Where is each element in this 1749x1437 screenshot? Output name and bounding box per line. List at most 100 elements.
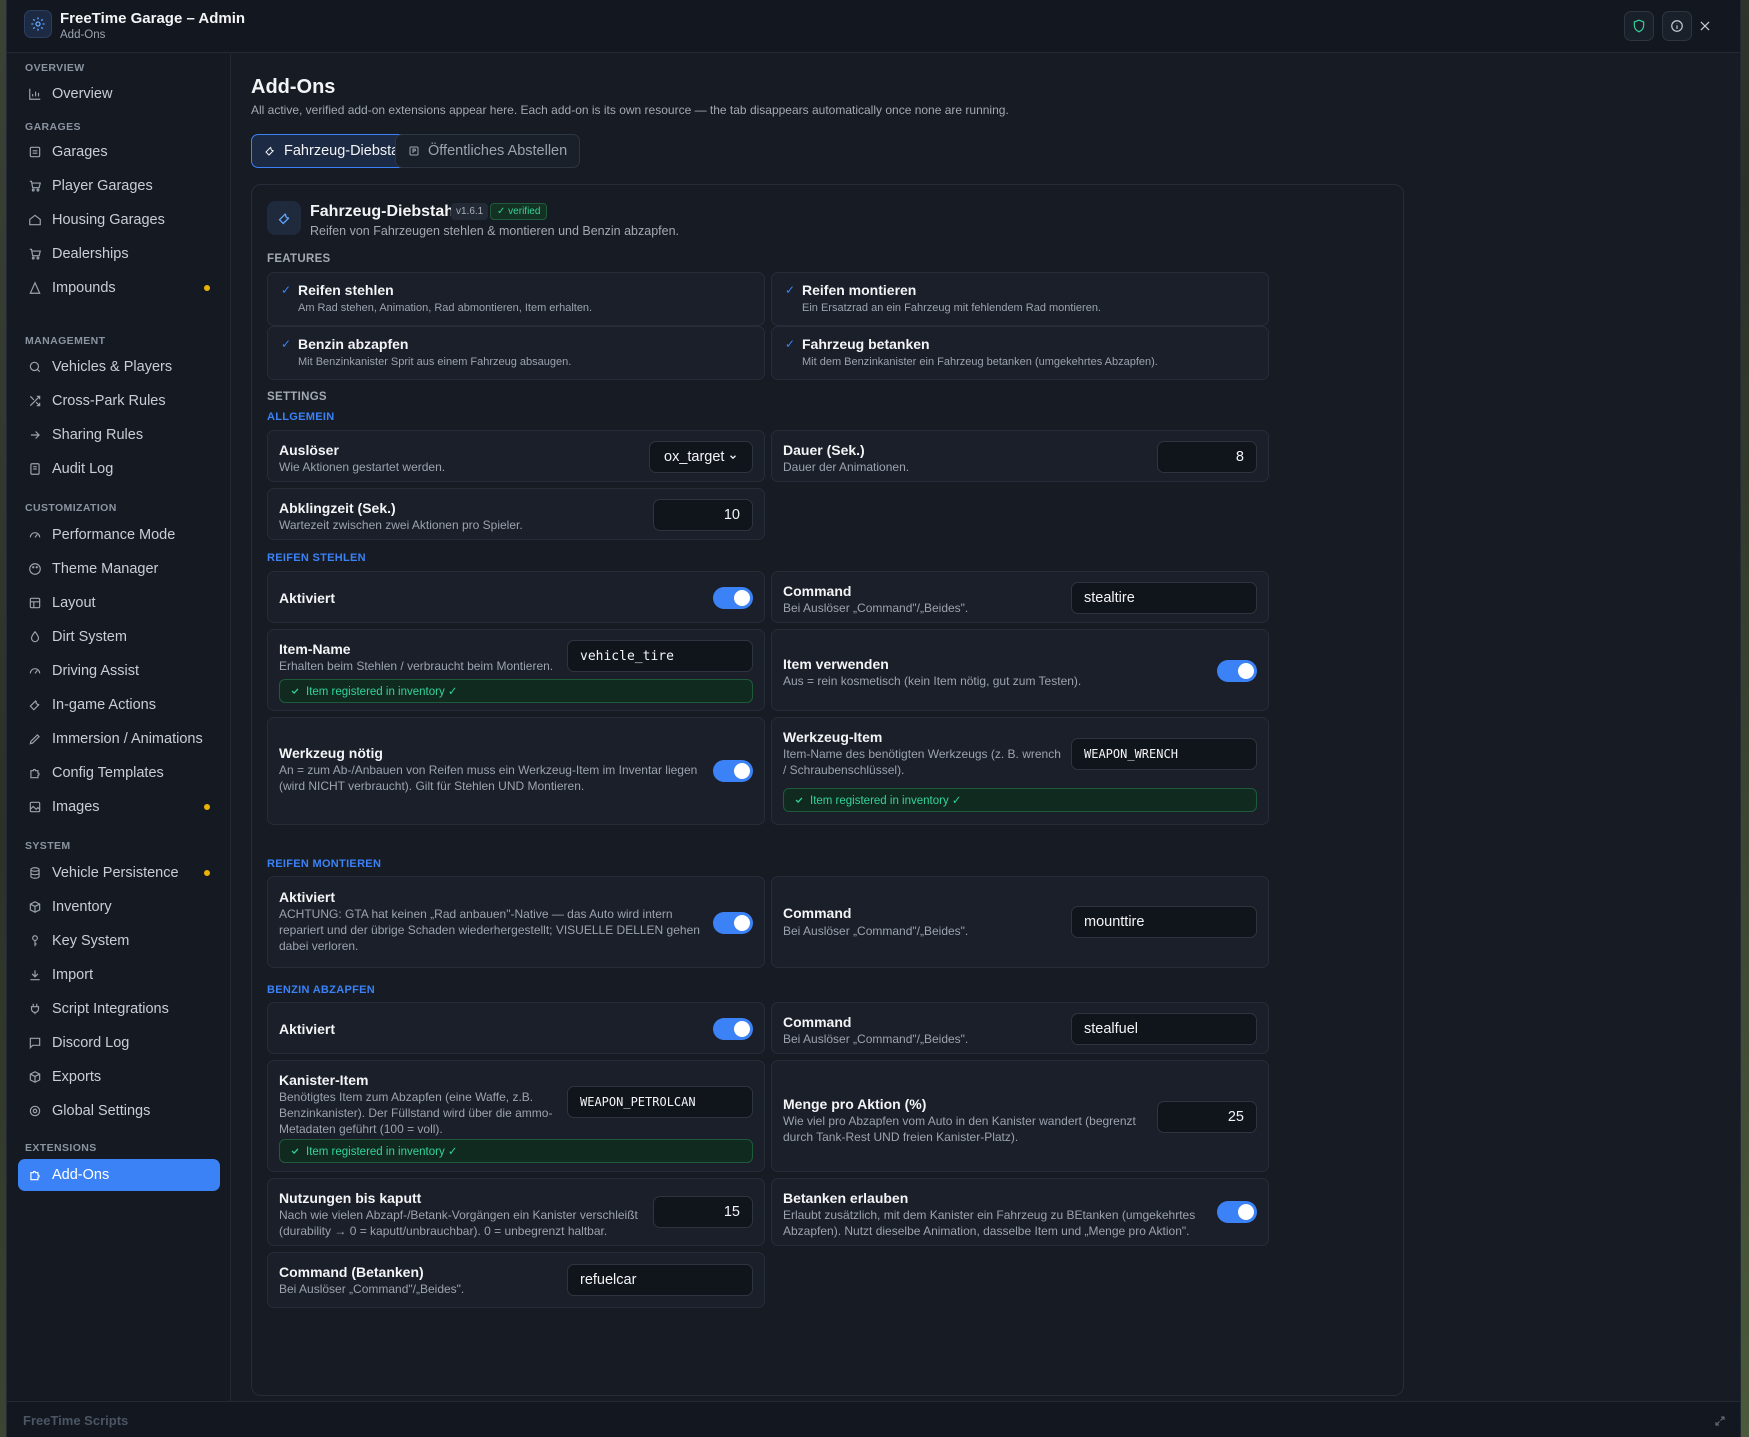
setting-mount-command: Command Bei Auslöser „Command"/„Beides".… (771, 876, 1269, 968)
registered-badge: Item registered in inventory ✓ (783, 788, 1257, 812)
setting-steal-enabled: Aktiviert (267, 571, 765, 623)
sidebar-item-global-settings[interactable]: Global Settings (18, 1095, 220, 1127)
sidebar-item-inventory[interactable]: Inventory (18, 891, 220, 923)
sidebar-item-import[interactable]: Import (18, 959, 220, 991)
layout-icon (29, 597, 41, 609)
sidebar-item-discord[interactable]: Discord Log (18, 1027, 220, 1059)
sidebar-item-impounds[interactable]: Impounds (18, 272, 220, 304)
info-icon (1671, 20, 1683, 32)
close-button[interactable] (1690, 11, 1720, 41)
refuel-command-input[interactable]: refuelcar (567, 1264, 753, 1296)
tool-needed-toggle[interactable] (713, 760, 753, 782)
refuel-toggle[interactable] (1217, 1201, 1257, 1223)
setting-amount: Menge pro Aktion (%) Wie viel pro Abzapf… (771, 1060, 1269, 1172)
duration-input[interactable]: 8 (1157, 441, 1257, 473)
title-bar: FreeTime Garage – Admin Add-Ons (7, 0, 1740, 53)
group-label-mount: REIFEN MONTIEREN (267, 858, 382, 870)
group-label-steal: REIFEN STEHLEN (267, 552, 366, 564)
setting-steal-command: Command Bei Auslöser „Command"/„Beides".… (771, 571, 1269, 623)
setting-duration: Dauer (Sek.) Dauer der Animationen. 8 (771, 430, 1269, 482)
fuel-enabled-toggle[interactable] (713, 1018, 753, 1040)
trigger-select[interactable]: ox_target (649, 441, 753, 473)
sidebar-item-cross-park[interactable]: Cross-Park Rules (18, 385, 220, 417)
sidebar-item-addons[interactable]: Add-Ons (18, 1159, 220, 1191)
setting-can-item: Kanister-Item Benötigtes Item zum Abzapf… (267, 1060, 765, 1172)
uses-input[interactable]: 15 (653, 1196, 753, 1228)
shuffle-icon (29, 395, 41, 407)
sidebar-item-layout[interactable]: Layout (18, 587, 220, 619)
sidebar-item-script-integrations[interactable]: Script Integrations (18, 993, 220, 1025)
setting-mount-enabled: Aktiviert ACHTUNG: GTA hat keinen „Rad a… (267, 876, 765, 968)
sidebar-item-sharing[interactable]: Sharing Rules (18, 419, 220, 451)
setting-fuel-enabled: Aktiviert (267, 1002, 765, 1054)
section-extensions: EXTENSIONS (25, 1142, 97, 1154)
sidebar-item-keys[interactable]: Key System (18, 925, 220, 957)
sidebar-item-overview[interactable]: Overview (18, 78, 220, 110)
sidebar-item-vehicles-players[interactable]: Vehicles & Players (18, 351, 220, 383)
sidebar-item-audit[interactable]: Audit Log (18, 453, 220, 485)
status-dot (204, 285, 210, 291)
resize-icon[interactable] (1714, 1414, 1726, 1432)
sidebar-item-immersion[interactable]: Immersion / Animations (18, 723, 220, 755)
sidebar-item-persistence[interactable]: Vehicle Persistence (18, 857, 220, 889)
setting-steal-item: Item-Name Erhalten beim Stehlen / verbra… (267, 629, 765, 711)
steal-enabled-toggle[interactable] (713, 587, 753, 609)
can-item-input[interactable]: WEAPON_PETROLCAN (567, 1086, 753, 1118)
download-icon (30, 970, 40, 981)
registered-badge: Item registered in inventory ✓ (279, 679, 753, 703)
group-label-fuel: BENZIN ABZAPFEN (267, 984, 375, 996)
setting-use-item: Item verwenden Aus = rein kosmetisch (ke… (771, 629, 1269, 711)
sidebar-item-theme[interactable]: Theme Manager (18, 553, 220, 585)
setting-refuel-command: Command (Betanken) Bei Auslöser „Command… (267, 1252, 765, 1308)
features-label: FEATURES (267, 253, 331, 265)
scroll-icon (30, 463, 40, 475)
tab-oeffentliches-abstellen[interactable]: Öffentliches Abstellen (395, 134, 581, 168)
feature-card: ✓ Fahrzeug betanken Mit dem Benzinkanister… (771, 326, 1269, 380)
plug-icon (30, 1003, 40, 1015)
sidebar-item-exports[interactable]: Exports (18, 1061, 220, 1093)
close-icon (1700, 21, 1710, 31)
tool-item-input[interactable]: WEAPON_WRENCH (1071, 738, 1257, 770)
shield-button[interactable] (1624, 11, 1654, 41)
mount-enabled-toggle[interactable] (713, 912, 753, 934)
sidebar-item-config-templates[interactable]: Config Templates (18, 757, 220, 789)
steal-item-input[interactable]: vehicle_tire (567, 640, 753, 672)
sidebar-item-dealerships[interactable]: Dealerships (18, 238, 220, 270)
check-icon (291, 1148, 299, 1154)
section-management: MANAGEMENT (25, 335, 106, 347)
palette-icon (29, 563, 41, 575)
feature-card: ✓ Reifen montieren Ein Ersatzrad an ein Fa… (771, 272, 1269, 326)
section-customization: CUSTOMIZATION (25, 502, 117, 514)
setting-uses: Nutzungen bis kaputt Nach wie vielen Abz… (267, 1178, 765, 1246)
section-garages: GARAGES (25, 121, 81, 133)
info-button[interactable] (1662, 11, 1692, 41)
sidebar-item-garages[interactable]: Garages (18, 136, 220, 168)
cooldown-input[interactable]: 10 (653, 499, 753, 531)
admin-window: FreeTime Garage – Admin Add-Ons OVERVIEW… (6, 0, 1741, 1437)
setting-tool-item: Werkzeug-Item Item-Name des benötigten W… (771, 717, 1269, 825)
use-item-toggle[interactable] (1217, 660, 1257, 682)
chevron-down-icon (730, 455, 736, 460)
wrench-icon (265, 146, 274, 156)
sidebar-item-driving[interactable]: Driving Assist (18, 655, 220, 687)
sidebar-item-images[interactable]: Images (18, 791, 220, 823)
key-icon (32, 935, 38, 947)
sidebar-item-dirt[interactable]: Dirt System (18, 621, 220, 653)
database-icon (30, 867, 40, 879)
sidebar-item-player-garages[interactable]: Player Garages (18, 170, 220, 202)
fuel-command-input[interactable]: stealfuel (1071, 1013, 1257, 1045)
steal-command-input[interactable]: stealtire (1071, 582, 1257, 614)
mount-command-input[interactable]: mounttire (1071, 906, 1257, 938)
sidebar-item-ingame[interactable]: In-game Actions (18, 689, 220, 721)
sidebar-item-performance[interactable]: Performance Mode (18, 519, 220, 551)
puzzle-icon (30, 768, 40, 779)
feature-card: ✓ Benzin abzapfen Mit Benzinkanister Sprit… (267, 326, 765, 380)
sidebar-item-housing-garages[interactable]: Housing Garages (18, 204, 220, 236)
footer-brand: FreeTime Scripts (23, 1413, 129, 1428)
check-icon: ✓ (785, 337, 796, 351)
wrench-icon (267, 201, 301, 235)
check-icon: ✓ (281, 337, 292, 351)
setting-refuel: Betanken erlauben Erlaubt zusätzlich, mi… (771, 1178, 1269, 1246)
gear-icon (29, 1105, 41, 1117)
amount-input[interactable]: 25 (1157, 1101, 1257, 1133)
